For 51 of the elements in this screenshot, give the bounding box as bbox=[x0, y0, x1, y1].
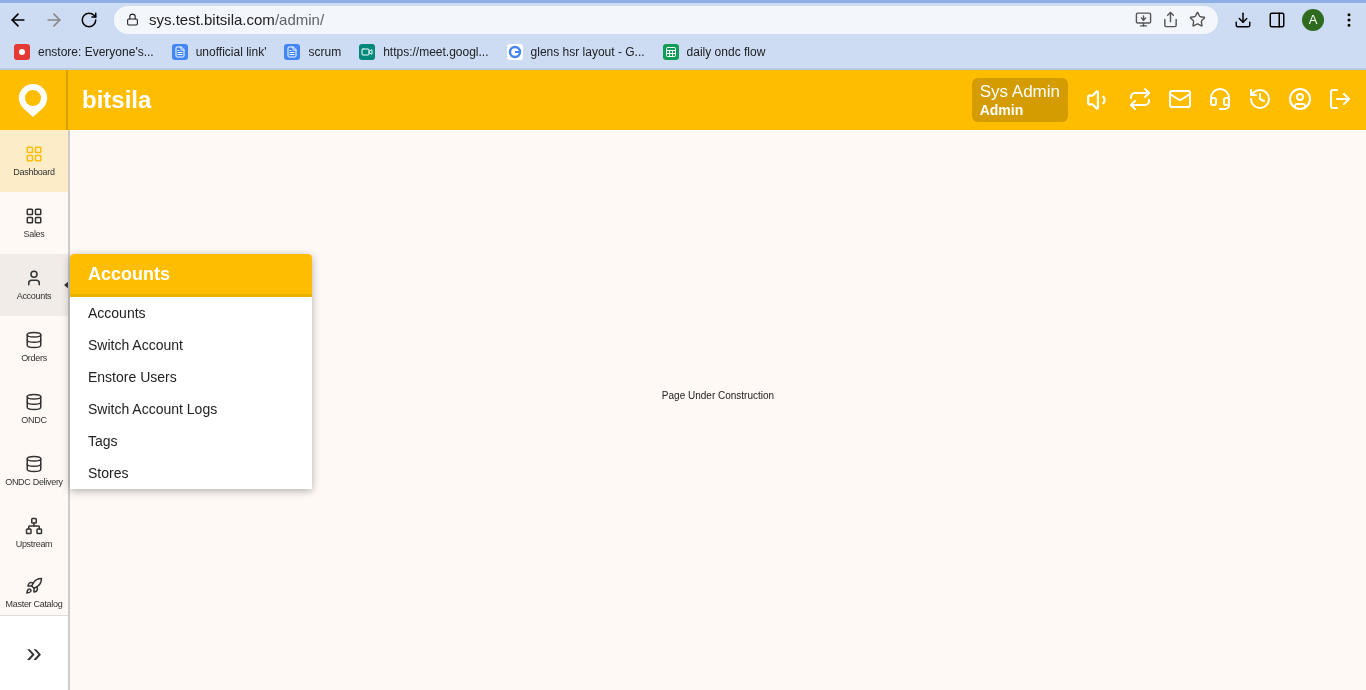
url-path: /admin/ bbox=[274, 11, 325, 28]
brand-name: bitsila bbox=[82, 86, 152, 114]
profile-avatar[interactable]: A bbox=[1302, 8, 1324, 31]
share-icon[interactable] bbox=[1162, 11, 1179, 28]
sidebar-item[interactable]: Orders bbox=[0, 316, 68, 378]
database-icon bbox=[25, 392, 43, 411]
lock-icon bbox=[126, 13, 139, 26]
menu-item[interactable]: Tags bbox=[70, 425, 312, 457]
menu-item[interactable]: Accounts bbox=[70, 297, 312, 329]
rocket-icon bbox=[25, 576, 43, 595]
bookmark[interactable]: scrum bbox=[284, 44, 342, 60]
pin-logo-icon bbox=[14, 44, 30, 60]
url-host: sys.test.bitsila.com bbox=[149, 11, 275, 28]
menu-item[interactable]: Stores bbox=[70, 457, 312, 489]
status-message: Page Under Construction bbox=[661, 389, 775, 401]
expand-button[interactable]: » bbox=[0, 615, 68, 690]
menu-item[interactable]: Switch Account bbox=[70, 329, 312, 361]
sidebar-item[interactable]: ONDC Delivery bbox=[0, 440, 68, 502]
grid-icon bbox=[25, 206, 43, 225]
user-icon bbox=[25, 268, 43, 287]
switch-icon[interactable] bbox=[1128, 87, 1152, 113]
sidebar-item[interactable]: Master Catalog bbox=[0, 564, 68, 615]
sidebar-item[interactable]: Sales bbox=[0, 192, 68, 254]
grid-icon bbox=[25, 144, 43, 163]
menu-title: Accounts bbox=[70, 254, 312, 297]
sheet-icon bbox=[662, 44, 679, 60]
sidebar-item[interactable]: ONDC bbox=[0, 378, 68, 440]
star-icon[interactable] bbox=[1189, 11, 1206, 28]
install-icon[interactable] bbox=[1135, 11, 1152, 28]
side-panel-icon[interactable] bbox=[1268, 10, 1286, 29]
bookmark[interactable]: enstore: Everyone's... bbox=[14, 44, 154, 60]
sidebar-item[interactable]: Dashboard bbox=[0, 130, 68, 192]
network-icon bbox=[25, 516, 43, 535]
logo-icon bbox=[17, 82, 49, 118]
bookmark[interactable]: https://meet.googl... bbox=[359, 44, 489, 60]
download-icon[interactable] bbox=[1234, 10, 1252, 29]
google-icon bbox=[506, 44, 523, 60]
document-icon bbox=[284, 44, 301, 60]
sidebar-item[interactable]: Accounts bbox=[0, 254, 68, 316]
bookmark[interactable]: glens hsr layout - G... bbox=[506, 44, 645, 60]
document-icon bbox=[171, 44, 188, 60]
database-icon bbox=[25, 454, 43, 473]
reload-icon[interactable] bbox=[80, 10, 98, 29]
address-bar[interactable]: sys.test.bitsila.com/admin/ bbox=[114, 5, 1218, 34]
bookmark[interactable]: unofficial link' bbox=[171, 44, 267, 60]
bookmark[interactable]: daily ondc flow bbox=[662, 44, 766, 60]
video-icon bbox=[359, 44, 376, 60]
menu-item[interactable]: Switch Account Logs bbox=[70, 393, 312, 425]
menu-item[interactable]: Enstore Users bbox=[70, 361, 312, 393]
database-icon bbox=[25, 330, 43, 349]
sidebar-item[interactable]: Upstream bbox=[0, 502, 68, 564]
